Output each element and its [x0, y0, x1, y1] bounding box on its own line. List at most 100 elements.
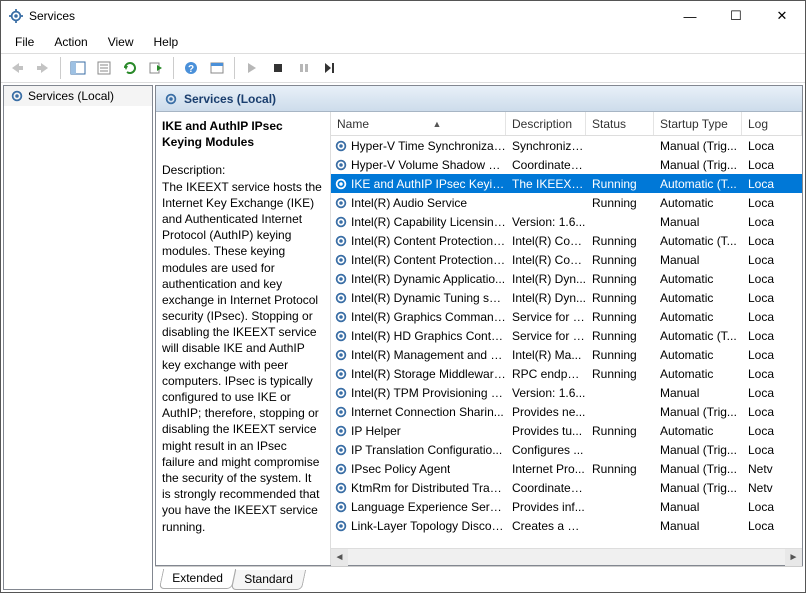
service-logon: Netv: [742, 481, 802, 495]
service-row[interactable]: Intel(R) Audio ServiceRunningAutomaticLo…: [331, 193, 802, 212]
column-header-logon[interactable]: Log: [742, 112, 802, 135]
service-row[interactable]: Intel(R) Management and S...Intel(R) Ma.…: [331, 345, 802, 364]
service-status: Running: [586, 367, 654, 381]
export-list-button[interactable]: [144, 56, 168, 80]
service-name: Intel(R) HD Graphics Contro...: [351, 329, 506, 343]
service-name: Intel(R) Content Protection ...: [351, 234, 506, 248]
start-service-button[interactable]: [240, 56, 264, 80]
help-button[interactable]: ?: [179, 56, 203, 80]
service-status: Running: [586, 177, 654, 191]
show-hide-tree-button[interactable]: [66, 56, 90, 80]
minimize-button[interactable]: —: [667, 1, 713, 31]
gear-icon: [334, 234, 348, 248]
list-column: Name▲ Description Status Startup Type Lo…: [331, 112, 802, 565]
service-row[interactable]: Intel(R) Graphics Command...Service for …: [331, 307, 802, 326]
stop-service-button[interactable]: [266, 56, 290, 80]
gear-icon: [334, 310, 348, 324]
column-header-name[interactable]: Name▲: [331, 112, 506, 135]
service-name: IP Helper: [351, 424, 401, 438]
service-name: Intel(R) Content Protection ...: [351, 253, 506, 267]
service-status: Running: [586, 462, 654, 476]
gear-icon: [334, 519, 348, 533]
maximize-button[interactable]: ☐: [713, 1, 759, 31]
column-header-status[interactable]: Status: [586, 112, 654, 135]
service-status: Running: [586, 234, 654, 248]
service-row[interactable]: Hyper-V Time Synchronizati...Synchronize…: [331, 136, 802, 155]
service-name: Intel(R) Audio Service: [351, 196, 467, 210]
pause-service-button[interactable]: [292, 56, 316, 80]
service-startup: Automatic: [654, 367, 742, 381]
service-description: Version: 1.6...: [506, 386, 586, 400]
service-startup: Automatic (T...: [654, 177, 742, 191]
menu-action[interactable]: Action: [46, 33, 95, 51]
help-button-2[interactable]: [205, 56, 229, 80]
forward-button[interactable]: [31, 56, 55, 80]
detail-column: IKE and AuthIP IPsec Keying Modules Desc…: [156, 112, 331, 565]
service-row[interactable]: IPsec Policy AgentInternet Pro...Running…: [331, 459, 802, 478]
service-row[interactable]: Intel(R) Content Protection ...Intel(R) …: [331, 231, 802, 250]
service-description: Intel(R) Con...: [506, 234, 586, 248]
service-description: Service for I...: [506, 329, 586, 343]
service-row[interactable]: Intel(R) Capability Licensing...Version:…: [331, 212, 802, 231]
right-pane: Services (Local) IKE and AuthIP IPsec Ke…: [155, 85, 803, 590]
restart-service-button[interactable]: [318, 56, 342, 80]
close-button[interactable]: ✕: [759, 1, 805, 31]
service-row[interactable]: IP Translation Configuratio... Configures…: [331, 440, 802, 459]
service-description: Configures ...: [506, 443, 586, 457]
service-name: Language Experience Service: [351, 500, 506, 514]
gear-icon: [334, 139, 348, 153]
refresh-button[interactable]: [118, 56, 142, 80]
tree-root-services-local[interactable]: Services (Local): [4, 86, 152, 106]
service-startup: Manual (Trig...: [654, 405, 742, 419]
tab-standard[interactable]: Standard: [231, 570, 306, 590]
service-startup: Automatic: [654, 272, 742, 286]
service-status: Running: [586, 310, 654, 324]
gear-icon: [334, 367, 348, 381]
service-description: Provides inf...: [506, 500, 586, 514]
service-description: Creates a N...: [506, 519, 586, 533]
horizontal-scrollbar[interactable]: ◄ ►: [331, 548, 802, 565]
properties-button[interactable]: [92, 56, 116, 80]
gear-icon: [334, 424, 348, 438]
service-row[interactable]: Intel(R) Dynamic Tuning ser...Intel(R) D…: [331, 288, 802, 307]
service-row[interactable]: Intel(R) TPM Provisioning S...Version: 1…: [331, 383, 802, 402]
gear-icon: [334, 500, 348, 514]
menubar: File Action View Help: [1, 31, 805, 53]
gear-icon: [334, 177, 348, 191]
service-startup: Manual: [654, 386, 742, 400]
service-row[interactable]: Intel(R) HD Graphics Contro...Service fo…: [331, 326, 802, 345]
service-row[interactable]: Link-Layer Topology Discov...Creates a N…: [331, 516, 802, 535]
service-description: Synchronize...: [506, 139, 586, 153]
service-row[interactable]: Intel(R) Dynamic Applicatio...Intel(R) D…: [331, 269, 802, 288]
tab-extended[interactable]: Extended: [159, 569, 236, 589]
column-header-startup[interactable]: Startup Type: [654, 112, 742, 135]
menu-help[interactable]: Help: [146, 33, 187, 51]
services-list[interactable]: Hyper-V Time Synchronizati...Synchronize…: [331, 136, 802, 548]
service-row[interactable]: KtmRm for Distributed Tran...Coordinates…: [331, 478, 802, 497]
service-startup: Manual (Trig...: [654, 481, 742, 495]
service-row[interactable]: Language Experience ServiceProvides inf.…: [331, 497, 802, 516]
pane-header-label: Services (Local): [184, 92, 276, 106]
description-label: Description:: [162, 162, 322, 178]
column-header-description[interactable]: Description: [506, 112, 586, 135]
scroll-right-icon[interactable]: ►: [785, 549, 802, 566]
gear-icon: [334, 158, 348, 172]
service-name: Internet Connection Sharin...: [351, 405, 504, 419]
service-startup: Automatic: [654, 291, 742, 305]
service-row[interactable]: Intel(R) Content Protection ...Intel(R) …: [331, 250, 802, 269]
service-name: IP Translation Configuratio...: [351, 443, 502, 457]
service-row[interactable]: IP HelperProvides tu...RunningAutomaticL…: [331, 421, 802, 440]
service-name: Intel(R) Management and S...: [351, 348, 506, 362]
scroll-left-icon[interactable]: ◄: [331, 549, 348, 566]
service-logon: Loca: [742, 310, 802, 324]
service-row[interactable]: Intel(R) Storage Middleware...RPC endpoi…: [331, 364, 802, 383]
back-button[interactable]: [5, 56, 29, 80]
service-row[interactable]: Hyper-V Volume Shadow C...Coordinates...…: [331, 155, 802, 174]
menu-view[interactable]: View: [100, 33, 142, 51]
service-logon: Loca: [742, 139, 802, 153]
service-row[interactable]: Internet Connection Sharin...Provides ne…: [331, 402, 802, 421]
gear-icon: [334, 348, 348, 362]
menu-file[interactable]: File: [7, 33, 42, 51]
service-row[interactable]: IKE and AuthIP IPsec Keying...The IKEEXT…: [331, 174, 802, 193]
service-logon: Loca: [742, 291, 802, 305]
